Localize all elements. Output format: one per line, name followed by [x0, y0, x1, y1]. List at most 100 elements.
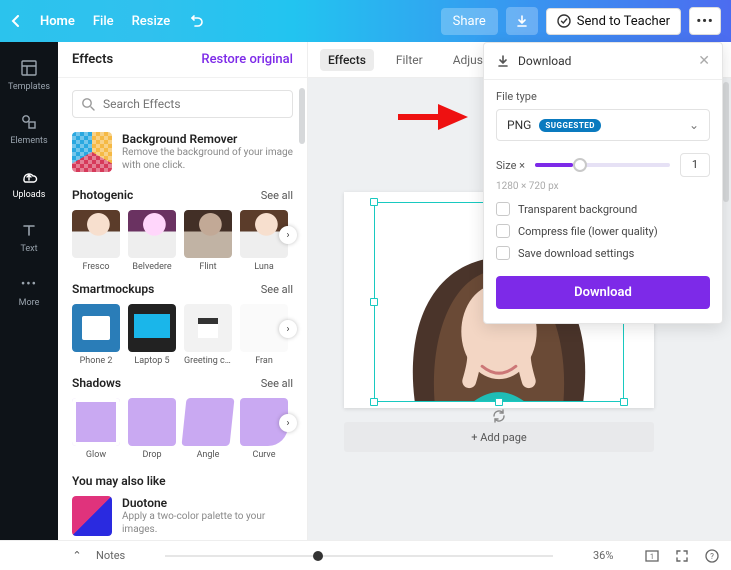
effect-label: Fresco — [72, 262, 120, 272]
resize-handle[interactable] — [370, 398, 378, 406]
panel-scrollbar[interactable] — [299, 88, 305, 144]
row-next-button[interactable]: › — [279, 414, 297, 432]
shadow-angle[interactable] — [181, 398, 234, 446]
suggested-badge: SUGGESTED — [539, 119, 601, 132]
mockup-label: Fran — [240, 356, 288, 366]
rail-label: Uploads — [13, 190, 46, 200]
shadow-glow[interactable] — [72, 398, 120, 446]
canvas-area: Effects Filter Adjust Cr — [308, 42, 731, 540]
size-slider[interactable] — [535, 163, 670, 167]
grid-view-icon[interactable]: 1 — [643, 547, 661, 565]
chevron-down-icon: ⌄ — [689, 118, 699, 132]
duotone-title: Duotone — [122, 496, 293, 510]
fullscreen-icon[interactable] — [673, 547, 691, 565]
effect-belvedere[interactable] — [128, 210, 176, 258]
search-input-wrap[interactable] — [72, 90, 293, 118]
filetype-label: File type — [496, 90, 710, 103]
bg-remover-title: Background Remover — [122, 132, 293, 146]
shadow-label: Glow — [72, 450, 120, 460]
resize-handle[interactable] — [370, 198, 378, 206]
rail-elements[interactable]: Elements — [0, 102, 58, 156]
mockup-greeting-card[interactable] — [184, 304, 232, 352]
size-value[interactable]: 1 — [680, 153, 710, 177]
canvas-scrollbar[interactable] — [723, 82, 729, 202]
left-rail: Templates Elements Uploads Text ••• More — [0, 42, 58, 540]
shadow-label: Angle — [184, 450, 232, 460]
search-icon — [81, 97, 95, 111]
slider-knob[interactable] — [573, 158, 587, 172]
download-title: Download — [518, 54, 571, 68]
transparent-bg-checkbox[interactable]: Transparent background — [496, 202, 710, 216]
share-button[interactable]: Share — [441, 8, 498, 35]
tab-effects[interactable]: Effects — [320, 49, 374, 71]
search-input[interactable] — [103, 97, 284, 111]
resize-menu[interactable]: Resize — [132, 14, 171, 29]
notes-chevron-icon[interactable]: ⌃ — [68, 547, 86, 565]
rail-label: Elements — [10, 136, 47, 146]
add-page-button[interactable]: + Add page — [344, 422, 654, 452]
resize-handle[interactable] — [620, 398, 628, 406]
compress-file-checkbox[interactable]: Compress file (lower quality) — [496, 224, 710, 238]
mockup-phone2[interactable] — [72, 304, 120, 352]
effect-flint[interactable] — [184, 210, 232, 258]
filetype-select[interactable]: PNG SUGGESTED ⌄ — [496, 109, 710, 141]
tab-filter[interactable]: Filter — [388, 49, 431, 71]
checkbox-label: Save download settings — [518, 247, 634, 260]
footer-bar: ⌃ Notes 36% 1 ? — [0, 540, 731, 570]
rail-label: Text — [20, 244, 37, 254]
resize-handle[interactable] — [495, 398, 503, 406]
see-all-photogenic[interactable]: See all — [261, 189, 293, 202]
elements-icon — [19, 112, 39, 132]
shadow-label: Curve — [240, 450, 288, 460]
background-remover-item[interactable]: Background Remover Remove the background… — [72, 132, 293, 172]
mockup-laptop5[interactable] — [128, 304, 176, 352]
dimensions-text: 1280 × 720 px — [496, 181, 710, 192]
resize-handle[interactable] — [370, 298, 378, 306]
checkbox-label: Transparent background — [518, 203, 637, 216]
home-button[interactable]: Home — [40, 14, 75, 29]
svg-text:1: 1 — [650, 553, 654, 561]
sync-icon — [491, 408, 507, 424]
more-button[interactable]: ••• — [689, 7, 721, 35]
annotation-arrow-icon — [398, 102, 468, 132]
close-icon[interactable]: ✕ — [698, 53, 710, 69]
text-icon — [19, 220, 39, 240]
effect-label: Flint — [184, 262, 232, 272]
notes-button[interactable]: Notes — [96, 549, 125, 562]
help-icon[interactable]: ? — [703, 547, 721, 565]
row-next-button[interactable]: › — [279, 320, 297, 338]
templates-icon — [19, 58, 39, 78]
restore-original-link[interactable]: Restore original — [201, 52, 293, 67]
mockup-label: Laptop 5 — [128, 356, 176, 366]
panel-title: Effects — [72, 52, 113, 67]
effects-panel: Effects Restore original Background Remo… — [58, 42, 308, 540]
see-all-smartmockups[interactable]: See all — [261, 283, 293, 296]
duotone-icon — [72, 496, 112, 536]
file-menu[interactable]: File — [93, 14, 114, 29]
see-all-shadows[interactable]: See all — [261, 377, 293, 390]
add-page-label: + Add page — [471, 431, 526, 444]
effect-fresco[interactable] — [72, 210, 120, 258]
row-next-button[interactable]: › — [279, 226, 297, 244]
svg-text:?: ? — [710, 552, 714, 561]
zoom-value[interactable]: 36% — [593, 549, 633, 562]
shadow-drop[interactable] — [128, 398, 176, 446]
mockup-label: Greeting car… — [184, 356, 232, 366]
more-icon: ••• — [19, 274, 39, 294]
section-photogenic-title: Photogenic — [72, 188, 133, 202]
download-button[interactable]: Download — [496, 276, 710, 309]
rail-label: More — [19, 298, 40, 308]
size-label: Size × — [496, 159, 525, 172]
back-icon[interactable] — [10, 15, 22, 27]
page-slider[interactable] — [165, 555, 553, 557]
download-top-button[interactable] — [506, 7, 538, 35]
save-settings-checkbox[interactable]: Save download settings — [496, 246, 710, 260]
undo-icon[interactable] — [188, 13, 204, 29]
rail-templates[interactable]: Templates — [0, 48, 58, 102]
rail-text[interactable]: Text — [0, 210, 58, 264]
rail-uploads[interactable]: Uploads — [0, 156, 58, 210]
page-slider-knob[interactable] — [313, 551, 323, 561]
send-to-teacher-button[interactable]: Send to Teacher — [546, 8, 681, 35]
rail-more[interactable]: ••• More — [0, 264, 58, 318]
duotone-item[interactable]: Duotone Apply a two-color palette to you… — [72, 496, 293, 536]
